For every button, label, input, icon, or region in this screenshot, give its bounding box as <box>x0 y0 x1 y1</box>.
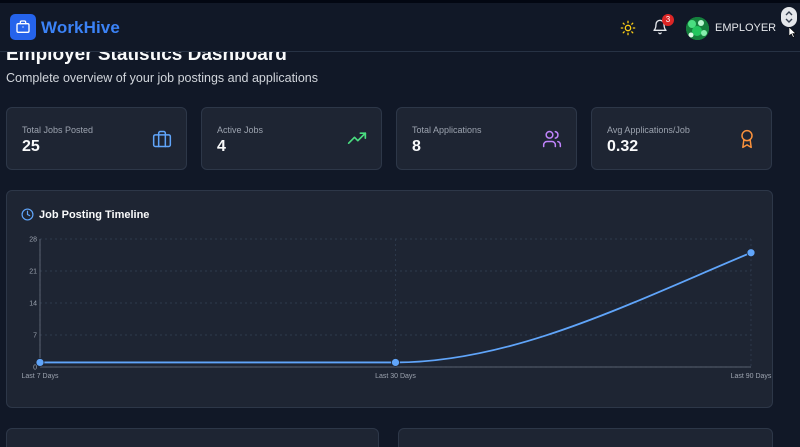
users-icon <box>542 130 562 148</box>
stat-card-active-jobs: Active Jobs 4 <box>201 107 382 170</box>
y-tick-label: 21 <box>29 269 37 276</box>
avatar[interactable] <box>686 17 709 40</box>
clock-icon <box>21 208 34 221</box>
y-tick-label: 14 <box>29 301 37 308</box>
briefcase-icon <box>152 130 172 148</box>
bottom-card-left <box>6 428 379 447</box>
bottom-card-right <box>398 428 773 447</box>
job-posting-timeline-panel: 0 7 14 21 28 Last 7 Days Last 30 Days Last 90 D… <box>6 190 773 408</box>
trending-up-icon <box>347 132 367 144</box>
panel-title: Job Posting Timeline <box>39 209 150 221</box>
x-tick-label: Last 30 Days <box>375 373 416 380</box>
navbar: WorkHive 3 EMPLOYER <box>0 3 800 52</box>
user-role-label[interactable]: EMPLOYER <box>715 22 776 34</box>
page-subtitle: Complete overview of your job postings a… <box>6 71 318 85</box>
y-tick-label: 28 <box>29 237 37 244</box>
stat-value: 4 <box>217 138 226 155</box>
data-point <box>746 248 756 258</box>
data-point <box>35 358 45 367</box>
data-point <box>391 358 400 367</box>
stat-label: Total Applications <box>412 125 482 135</box>
stat-label: Total Jobs Posted <box>22 125 94 135</box>
stat-value: 0.32 <box>607 138 639 155</box>
y-tick-label: 7 <box>33 333 37 340</box>
award-icon <box>741 129 753 149</box>
stat-value: 25 <box>22 138 40 155</box>
sun-icon[interactable] <box>620 20 636 36</box>
logo-icon[interactable] <box>10 14 36 40</box>
mouse-cursor-icon <box>789 27 797 38</box>
brand-name[interactable]: WorkHive <box>41 18 120 38</box>
stat-card-total-jobs: Total Jobs Posted 25 <box>6 107 187 170</box>
stat-value: 8 <box>412 138 421 155</box>
stat-label: Avg Applications/Job <box>607 125 690 135</box>
x-tick-label: Last 90 Days <box>731 373 772 380</box>
scroll-control[interactable] <box>781 7 797 27</box>
x-tick-label: Last 7 Days <box>22 373 59 380</box>
stat-card-total-applications: Total Applications 8 <box>396 107 577 170</box>
y-tick-label: 0 <box>33 365 37 372</box>
notification-badge: 3 <box>662 14 674 26</box>
stat-card-avg-applications: Avg Applications/Job 0.32 <box>591 107 772 170</box>
timeline-chart: 0 7 14 21 28 Last 7 Days Last 30 Days Last 90 D… <box>22 237 772 381</box>
stat-label: Active Jobs <box>217 125 264 135</box>
